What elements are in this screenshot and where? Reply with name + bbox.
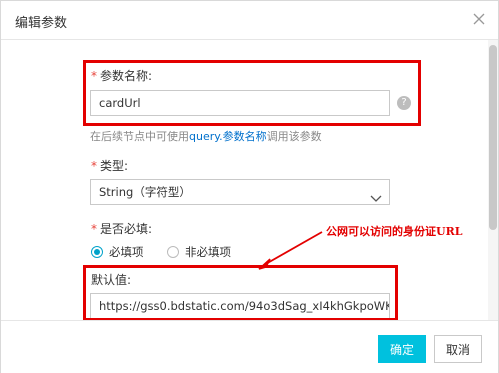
radio-required-label: 必填项 — [109, 245, 144, 259]
cancel-button[interactable]: 取消 — [434, 335, 482, 363]
annotation-arrow-icon — [258, 231, 323, 270]
radio-unselected-icon — [167, 246, 179, 258]
radio-selected-icon — [91, 246, 103, 258]
type-label: 类型: — [100, 159, 129, 173]
required-mark: * — [91, 159, 97, 173]
type-label-group: * 类型: — [91, 157, 128, 174]
radio-required[interactable]: 必填项 — [91, 244, 144, 260]
confirm-button[interactable]: 确定 — [378, 335, 426, 363]
chevron-down-icon — [370, 187, 382, 204]
hint-text-before: 在后续节点中可使用 — [90, 130, 189, 143]
type-select-value: String（字符型） — [99, 185, 191, 199]
required-label: 是否必填: — [100, 222, 153, 236]
highlight-box-default-value — [83, 265, 398, 321]
radio-optional[interactable]: 非必填项 — [167, 244, 231, 260]
required-mark: * — [91, 222, 97, 236]
scrollbar-thumb[interactable] — [489, 45, 497, 230]
radio-optional-label: 非必填项 — [185, 245, 231, 259]
hint-link[interactable]: query.参数名称 — [189, 130, 267, 143]
required-label-group: * 是否必填: — [91, 220, 152, 237]
param-name-hint: 在后续节点中可使用query.参数名称调用该参数 — [90, 128, 322, 144]
close-icon[interactable] — [466, 6, 492, 32]
highlight-box-param-name — [83, 60, 421, 126]
edit-parameter-dialog: 编辑参数 * 参数名称: cardUrl ? 在后续节点中可使用query.参数名… — [0, 0, 499, 373]
dialog-title: 编辑参数 — [15, 16, 68, 31]
dialog-header: 编辑参数 — [1, 1, 498, 40]
type-select[interactable]: String（字符型） — [90, 179, 390, 205]
annotation-text: 公网可以访问的身份证URL — [326, 225, 463, 238]
hint-text-after: 调用该参数 — [266, 130, 322, 143]
dialog-footer: 确定 取消 — [1, 320, 498, 373]
